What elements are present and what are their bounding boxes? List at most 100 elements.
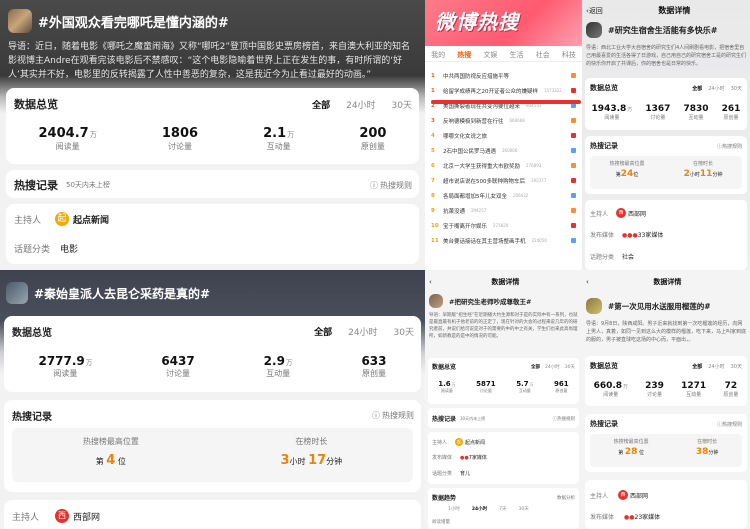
hot-tag-icon [571,208,576,213]
media-link[interactable]: ●●7家媒体 [460,454,487,461]
stat-read: 660.8万 阅读量 [594,381,628,398]
overview-title: 数据总览 [590,362,618,370]
rules-link[interactable]: ⓘ热搜规则 [717,143,742,150]
host-link[interactable]: 起起点新闻 [55,212,109,226]
hot-list-item[interactable]: 4 哪哪文化女说之旅 [425,128,582,143]
rules-link[interactable]: ⓘ热搜规则 [553,416,576,422]
hot-list-item[interactable]: 1 给留学成绩再之20开证者公众的嫌疑样 1573322 [425,83,582,98]
overview-title: 数据总览 [14,98,58,111]
overview-title: 数据总览 [590,84,618,92]
tab-30d[interactable]: 30天 [731,363,742,370]
stat-unit: 万 [529,382,534,387]
stat-value: 261 [721,104,741,114]
tab-life[interactable]: 生活 [510,50,524,60]
host-logo-icon: 西 [55,509,70,523]
stat-original: 200 原创量 [359,126,386,152]
tab-30d[interactable]: 30天 [394,325,414,338]
record-title: 热搜记录 [590,420,618,428]
peak-prefix: 第 [618,450,624,456]
topic-panel-teacher: ‹ 数据详情 #把研究生老师吵成尊敬王# 导语：早期版“招生经”在近期播大约生源… [425,270,582,529]
stat-interact: 2.9万 互动量 [264,354,293,379]
rules-link[interactable]: ⓘ热搜规则 [370,180,412,191]
topic-header: #第一次见用水送服用榴莲的# [586,298,711,314]
tab-30d[interactable]: 30天 [731,85,742,92]
stat-label: 原创量 [361,369,386,378]
peak-value: 28 [624,447,638,457]
stat-unit: 万 [89,130,97,139]
media-link[interactable]: ●●●33家媒体 [622,230,663,239]
tab-24h[interactable]: 24小时 [545,364,560,370]
rules-link[interactable]: ⓘ热搜规则 [372,410,414,421]
tab-30d[interactable]: 30天 [392,98,412,111]
back-button[interactable]: ‹返回 [586,6,603,16]
host-card: 主持人起起点新闻 发布媒体 ●●7家媒体 话题分类 育儿 [428,432,579,484]
stat-discuss: 6437 讨论量 [161,354,194,379]
duration-minutes: 38 [695,447,709,457]
tab-society[interactable]: 社会 [536,50,550,60]
hot-list-item[interactable]: 11 美台要话接话在其主营场整画手机 224050 [425,233,582,248]
trend-tab-7d[interactable]: 7天 [499,506,506,512]
trend-tab-30d[interactable]: 30天 [519,506,529,512]
hot-tag-icon [571,148,576,153]
host-link[interactable]: 西西部网 [616,208,646,218]
overview-card: 数据总览 全部 24小时 30天 1.6万 阅读量 5871 讨论量 5.7万 互动量… [428,358,579,404]
host-card: 主持人 西西部网 [4,500,421,529]
tab-30d[interactable]: 30天 [565,364,575,370]
stat-label: 互动量 [686,392,702,398]
topic-panel-durian: ‹ 数据详情 #第一次见用水送服用榴莲的# 导语：9月8日，陕西咸阳。男子近来就… [582,270,750,529]
peak-prefix: 第 [95,457,104,466]
record-stats: 热搜榜最高位置 第24位 在榜时长 2小时11分钟 [590,156,742,189]
host-link[interactable]: 西西部网 [618,490,648,500]
topic-avatar [6,282,28,304]
hot-topic: 哪哪文化女说之旅 [443,133,488,140]
peak-suffix: 位 [117,457,126,466]
peak-label: 热搜榜最高位置 [82,437,139,446]
tab-24h[interactable]: 24小时 [348,325,377,338]
trend-tab-24h[interactable]: 24小时 [472,506,487,512]
tab-tech[interactable]: 科技 [562,50,576,60]
duration-hours: 3 [280,453,290,468]
category-label: 话题分类 [432,471,453,477]
range-tabs: 全部 24小时 30天 [692,85,742,92]
hot-list-item[interactable]: 10 宝于嘴离开尔娱乐 271820 [425,218,582,233]
tab-hot[interactable]: 热搜 [457,50,471,60]
tab-all[interactable]: 全部 [314,325,332,338]
tab-all[interactable]: 全部 [531,364,540,370]
tab-24h[interactable]: 24小时 [346,98,375,111]
nav-bar: ‹ 数据详情 [586,277,746,287]
trend-note[interactable]: 数据分析 [557,495,575,501]
hot-list-item[interactable]: 3 反响德模极到新营在行往 666668 [425,113,582,128]
topic-header: #把研究生老师吵成尊敬王# [429,294,531,308]
media-link[interactable]: ●●23家媒体 [624,512,660,521]
tab-all[interactable]: 全部 [312,98,330,111]
stat-read: 2777.9万 阅读量 [38,354,92,379]
stat-value: 1.6 [438,380,451,388]
duration-hours-unit: 小时 [289,457,306,466]
trend-tab-1h[interactable]: 1小时 [448,506,460,512]
rules-link[interactable]: ⓘ热搜规则 [717,421,742,428]
tab-all[interactable]: 全部 [692,85,702,92]
hot-list-item[interactable]: 9 抗萧没通 294257 [425,203,582,218]
tab-24h[interactable]: 24小时 [708,363,724,370]
hot-topic: 2石中国公民罗马遇遇 [443,148,496,155]
hot-list-item[interactable]: 8 各局面都增加5年儿女双全 206432 [425,188,582,203]
topic-header: #外国观众看完哪吒是懂内涵的# [8,9,229,33]
hot-topic: 中共两国防视反应措施平等 [443,73,510,80]
host-card: 主持人西西部网 发布媒体 ●●●33家媒体 话题分类 社会 [585,200,747,270]
tab-24h[interactable]: 24小时 [708,85,724,92]
host-link[interactable]: 起起点新闻 [455,438,485,446]
nav-title: 数据详情 [658,6,691,15]
tab-entertainment[interactable]: 文娱 [483,50,497,60]
stat-interact: 2.1万 互动量 [263,126,294,152]
hot-tag-icon [571,178,576,183]
stat-value: 5871 [476,380,496,388]
hot-list-item[interactable]: 5 2石中国公民罗马遇遇 360006 [425,143,582,158]
hot-list-item[interactable]: 7 超市说店说在500多联种购物车后 192377 [425,173,582,188]
hot-rank: 1 [431,72,435,79]
hot-list-item[interactable]: 6 北京一大学生获得重大市欧奖励 276893 [425,158,582,173]
host-link[interactable]: 西西部网 [55,509,100,523]
hot-list-item[interactable]: 1 中共两国防视反应措施平等 [425,68,582,83]
tab-mine[interactable]: 我的 [431,50,445,60]
nav-title: 数据详情 [653,278,682,286]
tab-all[interactable]: 全部 [692,363,702,370]
